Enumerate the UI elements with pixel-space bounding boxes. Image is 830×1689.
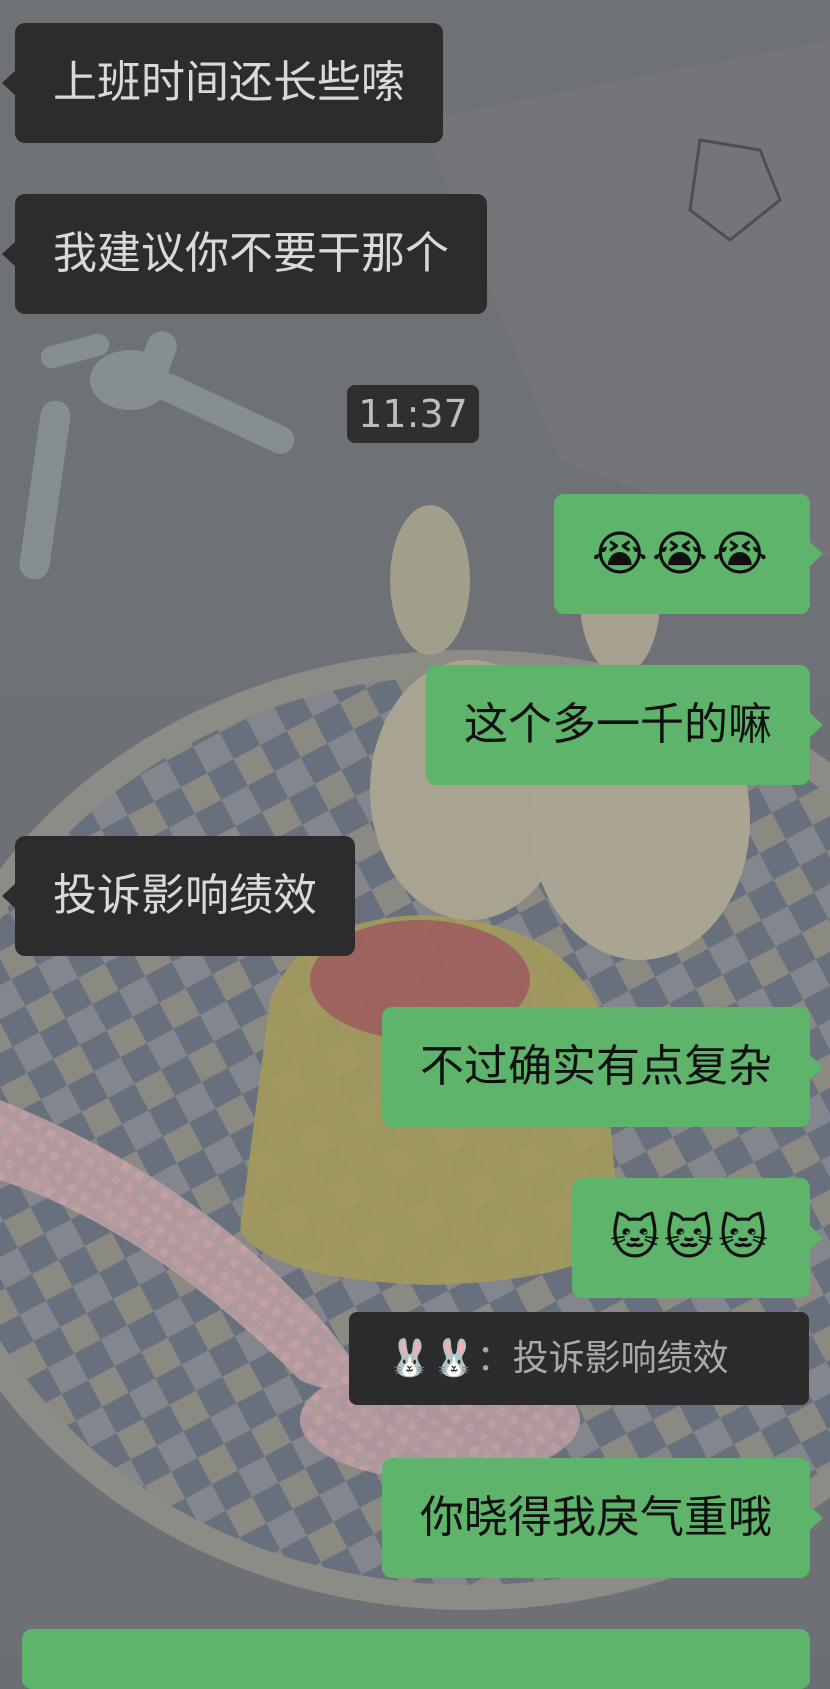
message-bubble-outgoing[interactable]: 不过确实有点复杂 — [382, 1007, 823, 1127]
chat-timestamp: 11:37 — [347, 385, 479, 443]
message-bubble-outgoing[interactable]: 🐱🐱🐱 — [571, 1178, 824, 1298]
quote-text: 投诉影响绩效 — [512, 1338, 729, 1379]
crying-emoji-message: 😭😭😭 — [591, 526, 772, 582]
message-bubble-outgoing-partial[interactable] — [22, 1629, 810, 1689]
message-bubble-incoming[interactable]: 投诉影响绩效 — [2, 836, 355, 956]
message-text: 投诉影响绩效 — [53, 870, 317, 921]
quote-sender: 🐰🐰 — [387, 1338, 477, 1379]
message-bubble-outgoing[interactable]: 😭😭😭 — [553, 494, 824, 614]
message-bubble-incoming[interactable]: 上班时间还长些嗦 — [2, 23, 443, 143]
message-text: 这个多一千的嘛 — [464, 699, 772, 750]
quote-separator: ： — [476, 1338, 513, 1379]
message-bubble-outgoing[interactable]: 你晓得我戾气重哦 — [382, 1458, 823, 1578]
timestamp-text: 11:37 — [358, 392, 468, 436]
message-bubble-outgoing[interactable]: 这个多一千的嘛 — [426, 665, 823, 785]
message-text: 上班时间还长些嗦 — [53, 57, 405, 108]
message-text: 我建议你不要干那个 — [53, 228, 449, 279]
message-bubble-incoming[interactable]: 我建议你不要干那个 — [2, 194, 487, 314]
message-text: 不过确实有点复杂 — [420, 1041, 772, 1092]
quoted-message[interactable]: 🐰🐰：投诉影响绩效 — [349, 1312, 809, 1405]
message-text: 你晓得我戾气重哦 — [420, 1492, 772, 1543]
cat-emoji-message: 🐱🐱🐱 — [609, 1210, 772, 1266]
